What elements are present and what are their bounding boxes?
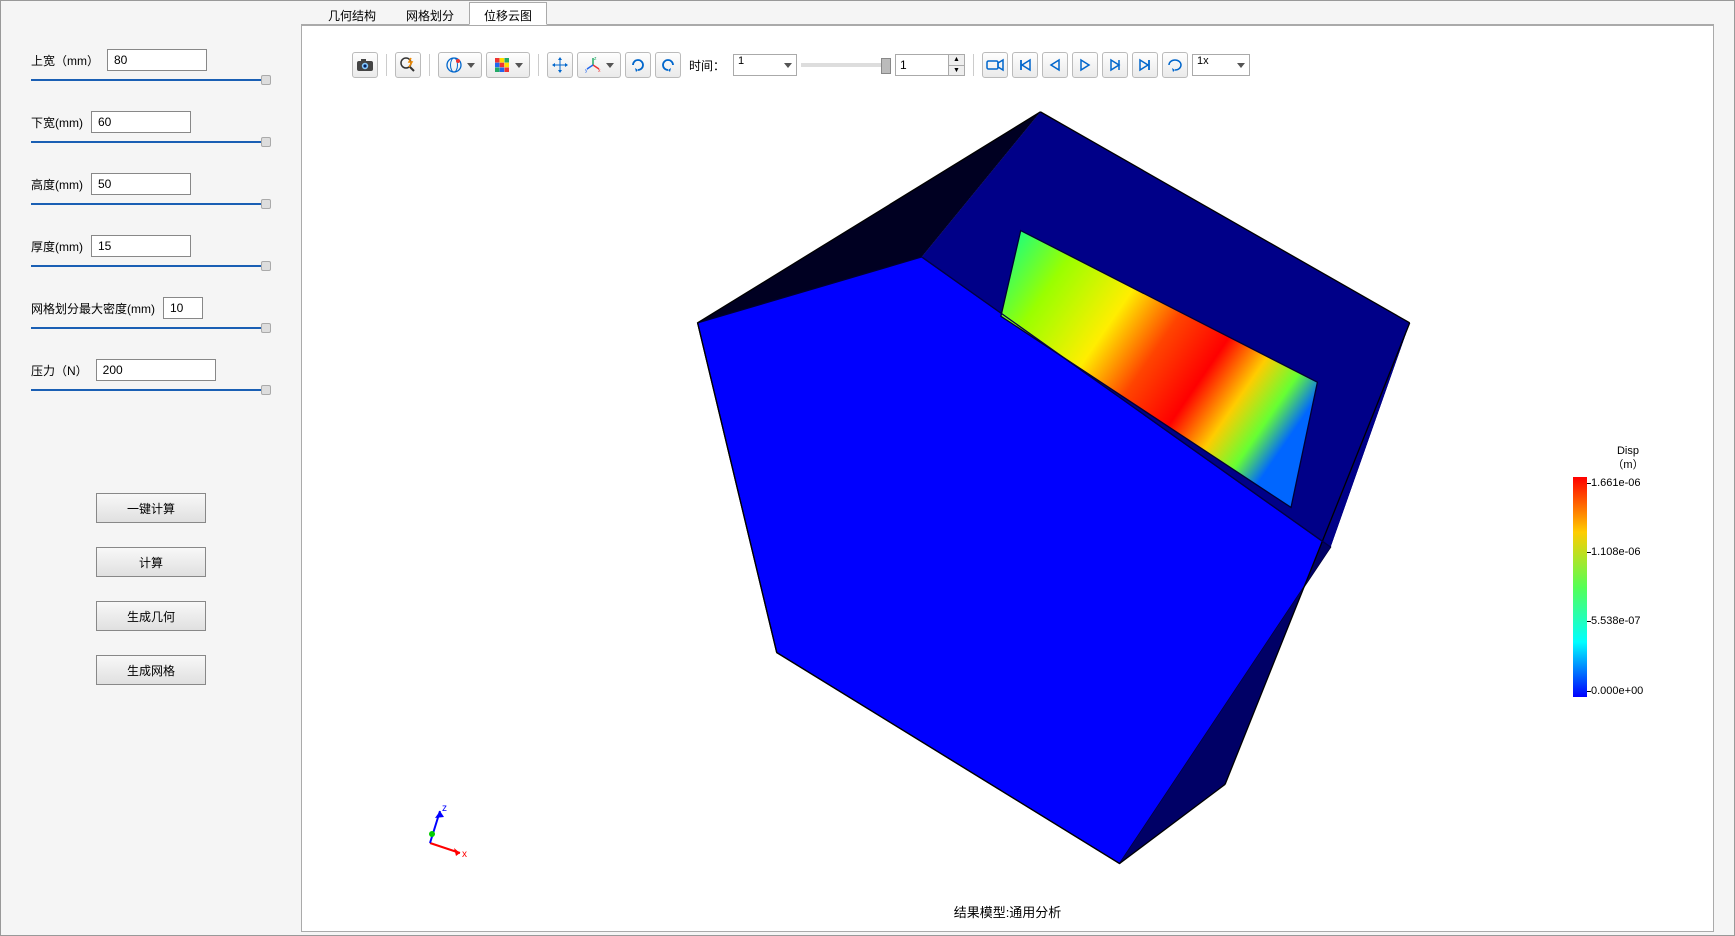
color-legend: Disp （m） 1.661e-06 1.108e-06 5.538e-07 0… [1573,444,1683,697]
height-input[interactable] [91,173,191,195]
bottom-width-slider[interactable] [31,135,271,149]
thickness-input[interactable] [91,235,191,257]
frame-spinner[interactable]: 1 ▲▼ [895,54,965,76]
last-frame-button[interactable] [1132,52,1158,78]
param-group-mesh-max: 网格划分最大密度(mm) [31,289,271,341]
chevron-down-icon [606,63,614,68]
time-slider[interactable] [801,63,891,67]
orientation-button[interactable]: zxy [577,52,621,78]
action-buttons: 一键计算 计算 生成几何 生成网格 [31,493,271,685]
rotate-ccw-icon [659,56,677,74]
top-width-label: 上宽（mm） [31,52,99,69]
chevron-down-icon [784,63,792,68]
generate-mesh-button[interactable]: 生成网格 [96,655,206,685]
time-dropdown[interactable]: 1 [733,54,797,76]
colormap-button[interactable] [486,52,530,78]
magnifier-flash-icon [399,56,417,74]
view-mode-button[interactable] [438,52,482,78]
screenshot-button[interactable] [352,52,378,78]
bottom-width-input[interactable] [91,111,191,133]
rotate-cw-icon [629,56,647,74]
record-button[interactable] [982,52,1008,78]
mesh-max-input[interactable] [163,297,203,319]
toolbar-separator [429,54,430,76]
time-label: 时间： [689,57,725,74]
app-window: 上宽（mm） 下宽(mm) 高度(mm) 厚度(mm) [0,0,1735,936]
playback-speed-dropdown[interactable]: 1x [1192,54,1250,76]
palette-globe-icon [445,56,463,74]
pan-button[interactable] [547,52,573,78]
zoom-flash-button[interactable] [395,52,421,78]
param-group-pressure: 压力（N） [31,351,271,403]
legend-colorbar [1573,477,1587,697]
skip-first-icon [1018,58,1032,72]
parameter-sidebar: 上宽（mm） 下宽(mm) 高度(mm) 厚度(mm) [1,1,301,935]
height-slider[interactable] [31,197,271,211]
param-group-bottom-width: 下宽(mm) [31,103,271,155]
rotate-ccw-button[interactable] [655,52,681,78]
play-button[interactable] [1072,52,1098,78]
toolbar-separator [386,54,387,76]
viewport-frame: zxy 时间： 1 1 ▲▼ [301,25,1714,932]
svg-text:x: x [598,68,601,74]
bottom-width-label: 下宽(mm) [31,114,83,131]
skip-last-icon [1138,58,1152,72]
pressure-label: 压力（N） [31,362,88,379]
param-group-height: 高度(mm) [31,165,271,217]
thickness-slider[interactable] [31,259,271,273]
viewport-toolbar: zxy 时间： 1 1 ▲▼ [322,46,1713,84]
main-panel: 几何结构 网格划分 位移云图 [301,1,1734,935]
param-group-thickness: 厚度(mm) [31,227,271,279]
pressure-input[interactable] [96,359,216,381]
tab-geometry[interactable]: 几何结构 [313,2,391,25]
tab-mesh[interactable]: 网格划分 [391,2,469,25]
chevron-down-icon [467,63,475,68]
view-tabs: 几何结构 网格划分 位移云图 [301,1,1714,25]
svg-text:z: z [442,803,447,814]
step-forward-icon [1108,58,1122,72]
axes-xyz-icon: zxy [584,56,602,74]
one-click-calc-button[interactable]: 一键计算 [96,493,206,523]
height-label: 高度(mm) [31,176,83,193]
legend-title: Disp （m） [1573,444,1683,473]
rotate-cw-button[interactable] [625,52,651,78]
step-back-icon [1048,58,1062,72]
pressure-slider[interactable] [31,383,271,397]
spinner-up[interactable]: ▲ [948,55,964,66]
thickness-label: 厚度(mm) [31,238,83,255]
loop-button[interactable] [1162,52,1188,78]
chevron-down-icon [515,63,523,68]
spinner-down[interactable]: ▼ [948,66,964,76]
model-render [302,84,1713,931]
3d-viewport[interactable]: x z Disp （m） 1.661e-06 [302,84,1713,931]
generate-geometry-button[interactable]: 生成几何 [96,601,206,631]
mesh-max-slider[interactable] [31,321,271,335]
axes-triad: x z [412,801,472,861]
tab-displacement-contour[interactable]: 位移云图 [469,2,547,25]
model-caption: 结果模型:通用分析 [954,902,1062,921]
calc-button[interactable]: 计算 [96,547,206,577]
top-width-slider[interactable] [31,73,271,87]
svg-text:z: z [594,56,597,62]
rubik-cube-icon [493,56,511,74]
camera-icon [356,58,374,72]
play-icon [1078,58,1092,72]
param-group-top-width: 上宽（mm） [31,41,271,93]
loop-icon [1167,58,1183,72]
mesh-max-label: 网格划分最大密度(mm) [31,300,155,317]
svg-text:x: x [462,849,467,860]
prev-frame-button[interactable] [1042,52,1068,78]
next-frame-button[interactable] [1102,52,1128,78]
toolbar-separator [538,54,539,76]
chevron-down-icon [1237,63,1245,68]
video-camera-icon [986,58,1004,72]
toolbar-separator [973,54,974,76]
legend-ticks: 1.661e-06 1.108e-06 5.538e-07 0.000e+00 [1587,477,1683,697]
top-width-input[interactable] [107,49,207,71]
first-frame-button[interactable] [1012,52,1038,78]
move-arrows-icon [551,56,569,74]
